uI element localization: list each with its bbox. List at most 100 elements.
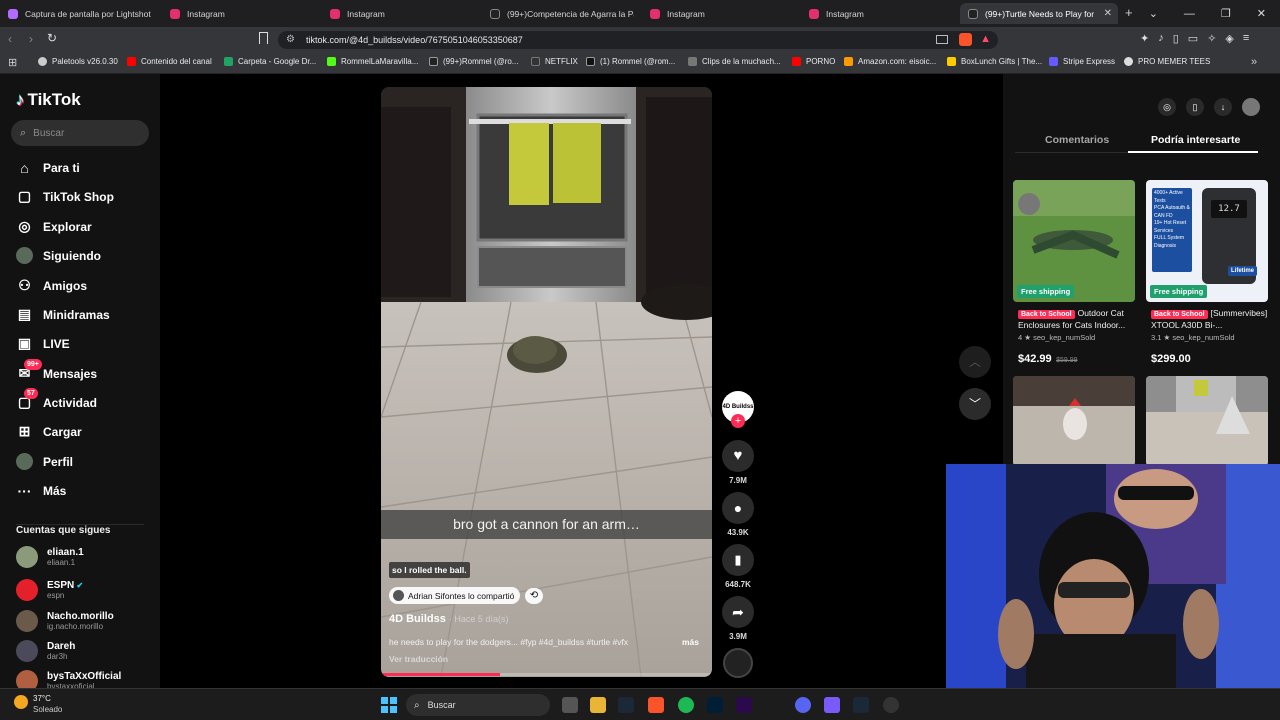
- follow-plus-icon[interactable]: +: [731, 414, 745, 428]
- brave-browser-icon[interactable]: [648, 697, 664, 713]
- more-description-link[interactable]: más: [682, 637, 699, 647]
- sidebar-item-amigos[interactable]: ⚇ Amigos: [16, 277, 87, 294]
- followed-account[interactable]: eliaan.1 eliaan.1: [16, 546, 84, 568]
- weather-sun-icon[interactable]: [14, 695, 28, 709]
- tab-list-chevron-icon[interactable]: ⌄: [1149, 7, 1158, 20]
- sidebar-item-live[interactable]: ▣ LIVE: [16, 335, 70, 352]
- steam-icon[interactable]: [618, 697, 634, 713]
- browser-tab[interactable]: Instagram: [801, 3, 959, 24]
- shared-by-pill[interactable]: Adrian Sifontes lo compartió: [389, 587, 521, 604]
- sidebar-item-tiktok-shop[interactable]: ▢ TikTok Shop: [16, 188, 114, 205]
- bookmark-item[interactable]: Stripe Express: [1049, 57, 1115, 66]
- bookmark-item[interactable]: Amazon.com: eisoic...: [844, 57, 936, 66]
- next-video-chevron-down-icon[interactable]: ﹀: [959, 388, 991, 420]
- browser-tab-active[interactable]: (99+)Turtle Needs to Play for the ✕: [960, 3, 1118, 24]
- video-player[interactable]: bro got a cannon for an arm… so I rolled…: [381, 87, 712, 677]
- maximize-icon[interactable]: ❐: [1221, 7, 1231, 20]
- browser-tab[interactable]: Instagram: [642, 3, 800, 24]
- bookmark-item[interactable]: NETFLIX: [531, 57, 578, 66]
- windows-start-icon[interactable]: [381, 697, 397, 713]
- browser-tab[interactable]: (99+)Competencia de Agarra la Pala: [482, 3, 634, 24]
- weather-temperature[interactable]: 37°C: [33, 694, 51, 703]
- sidebar-item-para-ti[interactable]: ⌂ Para ti: [16, 159, 79, 176]
- sidebar-item-mensajes[interactable]: ✉ 99+ Mensajes: [16, 359, 97, 382]
- music-icon[interactable]: ♪: [1158, 32, 1164, 45]
- vpn-icon[interactable]: ◈: [1225, 32, 1233, 45]
- menu-icon[interactable]: ≡: [1243, 32, 1249, 45]
- previous-video-chevron-up-icon[interactable]: ︿: [959, 346, 991, 378]
- obs-icon[interactable]: [883, 697, 899, 713]
- bookmark-item[interactable]: PRO MEMER TEES: [1124, 57, 1210, 66]
- weather-description[interactable]: Soleado: [33, 705, 62, 714]
- minimize-icon[interactable]: —: [1184, 8, 1195, 20]
- more-bookmarks-icon[interactable]: »: [1251, 56, 1257, 68]
- product-card[interactable]: 4000+ Active Tests PCA Autoauth & CAN FD…: [1146, 180, 1268, 367]
- address-bar[interactable]: ⚙ tiktok.com/@4d_buildss/video/767505104…: [278, 31, 998, 49]
- translate-link[interactable]: Ver traducción: [389, 654, 448, 664]
- forward-icon[interactable]: ›: [29, 32, 33, 46]
- search-input[interactable]: ⌕ Buscar: [11, 120, 149, 146]
- sidebar-item-minidramas[interactable]: ▤ Minidramas: [16, 306, 110, 323]
- tab-comments[interactable]: Comentarios: [1045, 134, 1109, 146]
- browser-tab[interactable]: Captura de pantalla por Lightshot: [0, 3, 158, 24]
- product-card[interactable]: Free shipping Back to School Outdoor Cat …: [1013, 180, 1135, 367]
- browser-tab[interactable]: Instagram: [162, 3, 320, 24]
- reload-icon[interactable]: ↻: [47, 31, 57, 45]
- cast-icon[interactable]: [936, 35, 948, 44]
- photoshop-icon[interactable]: [707, 697, 723, 713]
- followed-account[interactable]: Nacho.morillo ig.nacho.morillo: [16, 610, 114, 632]
- apps-grid-icon[interactable]: ⊞: [8, 56, 17, 69]
- controller-app-icon[interactable]: [824, 697, 840, 713]
- download-icon[interactable]: ↓: [1214, 98, 1232, 116]
- bookmark-item[interactable]: Carpeta - Google Dr...: [224, 57, 316, 66]
- bookmark-page-icon[interactable]: [259, 32, 268, 44]
- bookmark-item[interactable]: (99+)Rommel (@ro...: [429, 57, 518, 66]
- extensions-icon[interactable]: ✦: [1140, 32, 1149, 45]
- bookmark-item[interactable]: Clips de la muchach...: [688, 57, 781, 66]
- coins-icon[interactable]: ◎: [1158, 98, 1176, 116]
- steam-icon[interactable]: [853, 697, 869, 713]
- brave-shields-icon[interactable]: [959, 33, 972, 46]
- sidebar-item-explorar[interactable]: ◎ Explorar: [16, 218, 91, 235]
- repost-icon[interactable]: ⟲: [525, 588, 543, 604]
- music-disc-icon[interactable]: [723, 648, 753, 678]
- sidebar-item-m-s[interactable]: ··· Más: [16, 482, 67, 499]
- tab-related[interactable]: Podría interesarte: [1151, 134, 1240, 146]
- followed-account[interactable]: ESPN ✔ espn: [16, 579, 83, 601]
- close-tab-icon[interactable]: ✕: [1104, 8, 1112, 19]
- taskbar-search-input[interactable]: ⌕ Buscar: [406, 694, 550, 716]
- wallet-icon[interactable]: ▭: [1188, 32, 1198, 45]
- related-video-thumbnail[interactable]: [1146, 376, 1268, 466]
- discord-icon[interactable]: [795, 697, 811, 713]
- spotify-icon[interactable]: [678, 697, 694, 713]
- video-progress-track[interactable]: [381, 673, 712, 676]
- file-explorer-icon[interactable]: [590, 697, 606, 713]
- comment-icon[interactable]: ●: [722, 492, 754, 524]
- share-icon[interactable]: ➦: [722, 596, 754, 628]
- bookmark-item[interactable]: Paletools v26.0.30: [38, 57, 118, 66]
- like-heart-icon[interactable]: ♥: [722, 440, 754, 472]
- sidebar-item-actividad[interactable]: ▢ 57 Actividad: [16, 388, 97, 411]
- device-icon[interactable]: ▯: [1186, 98, 1204, 116]
- browser-tab[interactable]: Instagram: [322, 3, 480, 24]
- close-window-icon[interactable]: ✕: [1257, 7, 1266, 20]
- bookmark-item[interactable]: RommelLaMaravilla...: [327, 57, 418, 66]
- followed-account[interactable]: Dareh dar3h: [16, 640, 75, 662]
- task-view-icon[interactable]: [562, 697, 578, 713]
- user-avatar[interactable]: [1242, 98, 1260, 116]
- bookmark-item[interactable]: BoxLunch Gifts | The...: [947, 57, 1042, 66]
- premiere-icon[interactable]: [736, 697, 752, 713]
- sidebar-icon[interactable]: ▯: [1173, 32, 1179, 45]
- sidebar-item-cargar[interactable]: ⊞ Cargar: [16, 423, 82, 440]
- bookmark-item[interactable]: Contenido del canal: [127, 57, 212, 66]
- sidebar-item-perfil[interactable]: Perfil: [16, 453, 73, 470]
- related-video-thumbnail[interactable]: [1013, 376, 1135, 466]
- back-icon[interactable]: ‹: [8, 32, 12, 46]
- brave-rewards-icon[interactable]: ▲: [980, 33, 991, 45]
- bookmark-item[interactable]: PORNO: [792, 57, 835, 66]
- bookmark-icon[interactable]: ▮: [722, 544, 754, 576]
- tiktok-logo[interactable]: ♪ TikTok: [16, 90, 81, 110]
- sidebar-item-siguiendo[interactable]: Siguiendo: [16, 247, 101, 264]
- video-author[interactable]: 4D Buildss: [389, 613, 446, 625]
- site-info-icon[interactable]: ⚙: [286, 34, 295, 45]
